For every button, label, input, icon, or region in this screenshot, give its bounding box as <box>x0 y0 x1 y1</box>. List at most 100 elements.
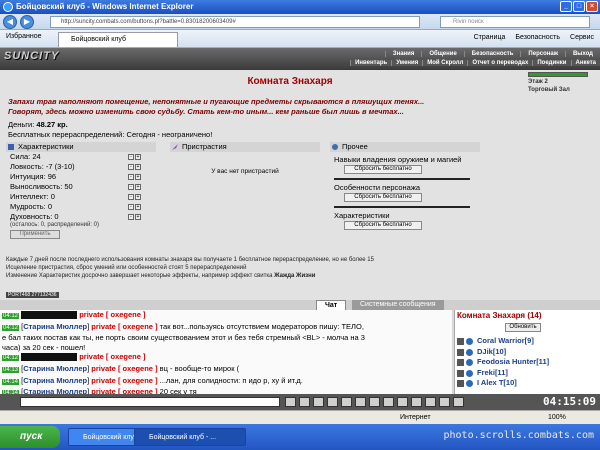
submenu-inventory[interactable]: Инвентарь <box>350 60 392 66</box>
stat-name: Духовность <box>10 212 51 221</box>
mail-icon[interactable] <box>439 397 450 407</box>
reset-weapon-skills-button[interactable]: Сбросить бесплатно <box>344 165 422 174</box>
minus-icon[interactable]: - <box>128 184 134 190</box>
private-msg-icon[interactable] <box>457 348 464 356</box>
minus-icon[interactable]: - <box>128 194 134 200</box>
sender-nick[interactable]: Старина Мюллер <box>23 322 87 331</box>
private-label: private <box>79 310 104 319</box>
apply-button[interactable]: Применить <box>10 230 60 239</box>
user-entry[interactable]: DJik[10] <box>457 347 549 358</box>
filter-icon[interactable] <box>327 397 338 407</box>
room-title: Комната Знахаря <box>247 76 333 87</box>
user-name[interactable]: I Alex T <box>477 378 503 387</box>
minus-icon[interactable]: - <box>128 204 134 210</box>
forum-icon[interactable] <box>425 397 436 407</box>
private-msg-icon[interactable] <box>457 338 464 345</box>
menu-exit[interactable]: Выход <box>564 51 600 57</box>
plus-icon[interactable]: + <box>135 164 141 170</box>
minus-icon[interactable]: - <box>128 154 134 160</box>
room-user-list: Комната Знахаря (14) Обновить Coral Warr… <box>454 310 600 394</box>
maximize-icon[interactable]: □ <box>573 1 585 12</box>
sender-nick[interactable]: Старина Мюллер <box>23 387 87 394</box>
plus-icon[interactable]: + <box>135 184 141 190</box>
notice-text: Каждые 7 дней после последнего использов… <box>6 256 486 280</box>
minimize-icon[interactable]: _ <box>560 1 572 12</box>
sound-icon[interactable] <box>341 397 352 407</box>
recipient-nick[interactable]: [ oxegene ] <box>118 364 158 373</box>
recipient-nick[interactable]: [ oxegene ] <box>106 310 146 319</box>
reset-features-button[interactable]: Сбросить бесплатно <box>344 193 422 202</box>
submenu-transfers[interactable]: Отчет о переводах <box>467 60 533 66</box>
plus-icon[interactable]: + <box>135 174 141 180</box>
close-icon[interactable]: × <box>586 1 598 12</box>
plus-icon[interactable]: + <box>135 214 141 220</box>
user-entry[interactable]: Feodosia Hunter[11] <box>457 357 549 368</box>
private-msg-icon[interactable] <box>457 359 464 366</box>
clear-icon[interactable] <box>313 397 324 407</box>
zoom-level[interactable]: 100% <box>548 411 566 424</box>
user-level: [9] <box>524 336 534 345</box>
help-icon[interactable] <box>411 397 422 407</box>
reset-stats-button[interactable]: Сбросить бесплатно <box>344 221 422 230</box>
page-menu[interactable]: Страница <box>474 34 506 41</box>
recipient-nick[interactable]: [ oxegene ] <box>118 387 158 394</box>
minus-icon[interactable]: - <box>128 214 134 220</box>
translit-icon[interactable] <box>355 397 366 407</box>
recipient-nick[interactable]: [ oxegene ] <box>118 376 158 385</box>
stat-buttons: - + <box>128 154 141 160</box>
favorites-button[interactable]: Избранное <box>6 33 41 40</box>
recipient-nick[interactable]: [ oxegene ] <box>118 322 158 331</box>
plus-icon[interactable]: + <box>135 154 141 160</box>
settings-icon[interactable] <box>369 397 380 407</box>
refresh-button[interactable]: Обновить <box>505 323 541 332</box>
smiley-icon[interactable] <box>299 397 310 407</box>
submenu-scroll[interactable]: Мой Скролл <box>422 60 468 66</box>
floor-label[interactable]: Этаж 2 <box>528 79 598 85</box>
search-input[interactable]: Rivin поиск <box>440 16 590 28</box>
inventory-icon[interactable] <box>397 397 408 407</box>
menu-security[interactable]: Безопасность <box>463 51 521 57</box>
private-msg-icon[interactable] <box>457 369 464 377</box>
chat-message: 04:12 private [ oxegene ] <box>0 310 452 322</box>
user-name[interactable]: Freki <box>477 368 495 377</box>
sender-nick[interactable]: Старина Мюллер <box>23 364 87 373</box>
trade-hall-link[interactable]: Торговый Зал <box>528 87 598 93</box>
send-icon[interactable] <box>285 397 296 407</box>
submenu-profile[interactable]: Анкета <box>570 60 600 66</box>
exit-icon[interactable] <box>453 397 464 407</box>
map-icon[interactable] <box>383 397 394 407</box>
notice-line-text: Изменение Характеристик досрочно заверша… <box>6 273 275 279</box>
game-header: SUNCITY Знания Общение Безопасность Перс… <box>0 48 600 70</box>
submenu-battles[interactable]: Поединки <box>532 60 571 66</box>
security-menu[interactable]: Безопасность <box>515 34 560 41</box>
user-name[interactable]: Feodosia Hunter <box>477 357 536 366</box>
menu-character[interactable]: Персонаж <box>520 51 565 57</box>
user-name[interactable]: DJik <box>477 347 493 356</box>
back-arrow-icon[interactable]: ◀ <box>3 15 17 29</box>
forward-arrow-icon[interactable]: ▶ <box>20 15 34 29</box>
tab-chat[interactable]: Чат <box>316 300 347 310</box>
recipient-nick[interactable]: [ oxegene ] <box>106 352 146 361</box>
chat-input[interactable] <box>20 397 280 407</box>
user-entry[interactable]: I Alex T[10] <box>457 378 549 389</box>
plus-icon[interactable]: + <box>135 194 141 200</box>
tools-menu[interactable]: Сервис <box>570 34 594 41</box>
start-button[interactable]: пуск <box>0 426 60 448</box>
user-name[interactable]: Coral Warrior <box>477 336 525 345</box>
menu-communication[interactable]: Общение <box>421 51 463 57</box>
user-entry[interactable]: Coral Warrior[9] <box>457 336 549 347</box>
tab-system-messages[interactable]: Системные сообщения <box>352 300 444 310</box>
user-entry[interactable]: Freki[11] <box>457 368 549 379</box>
submenu-skills[interactable]: Умения <box>391 60 423 66</box>
chat-message: е бал таких постав как ты, не порть свои… <box>0 333 452 343</box>
private-msg-icon[interactable] <box>457 380 464 387</box>
sender-nick[interactable]: Старина Мюллер <box>23 376 87 385</box>
minus-icon[interactable]: - <box>128 174 134 180</box>
taskbar-item[interactable]: Бойцовский клуб - ... <box>134 428 246 446</box>
menu-knowledge[interactable]: Знания <box>384 51 422 57</box>
plus-icon[interactable]: + <box>135 204 141 210</box>
url-input[interactable]: http://suncity.combats.com/buttons.pl?ba… <box>50 16 420 28</box>
browser-tab[interactable]: Бойцовский клуб <box>58 32 178 47</box>
minus-icon[interactable]: - <box>128 164 134 170</box>
stat-buttons: - + <box>128 194 141 200</box>
